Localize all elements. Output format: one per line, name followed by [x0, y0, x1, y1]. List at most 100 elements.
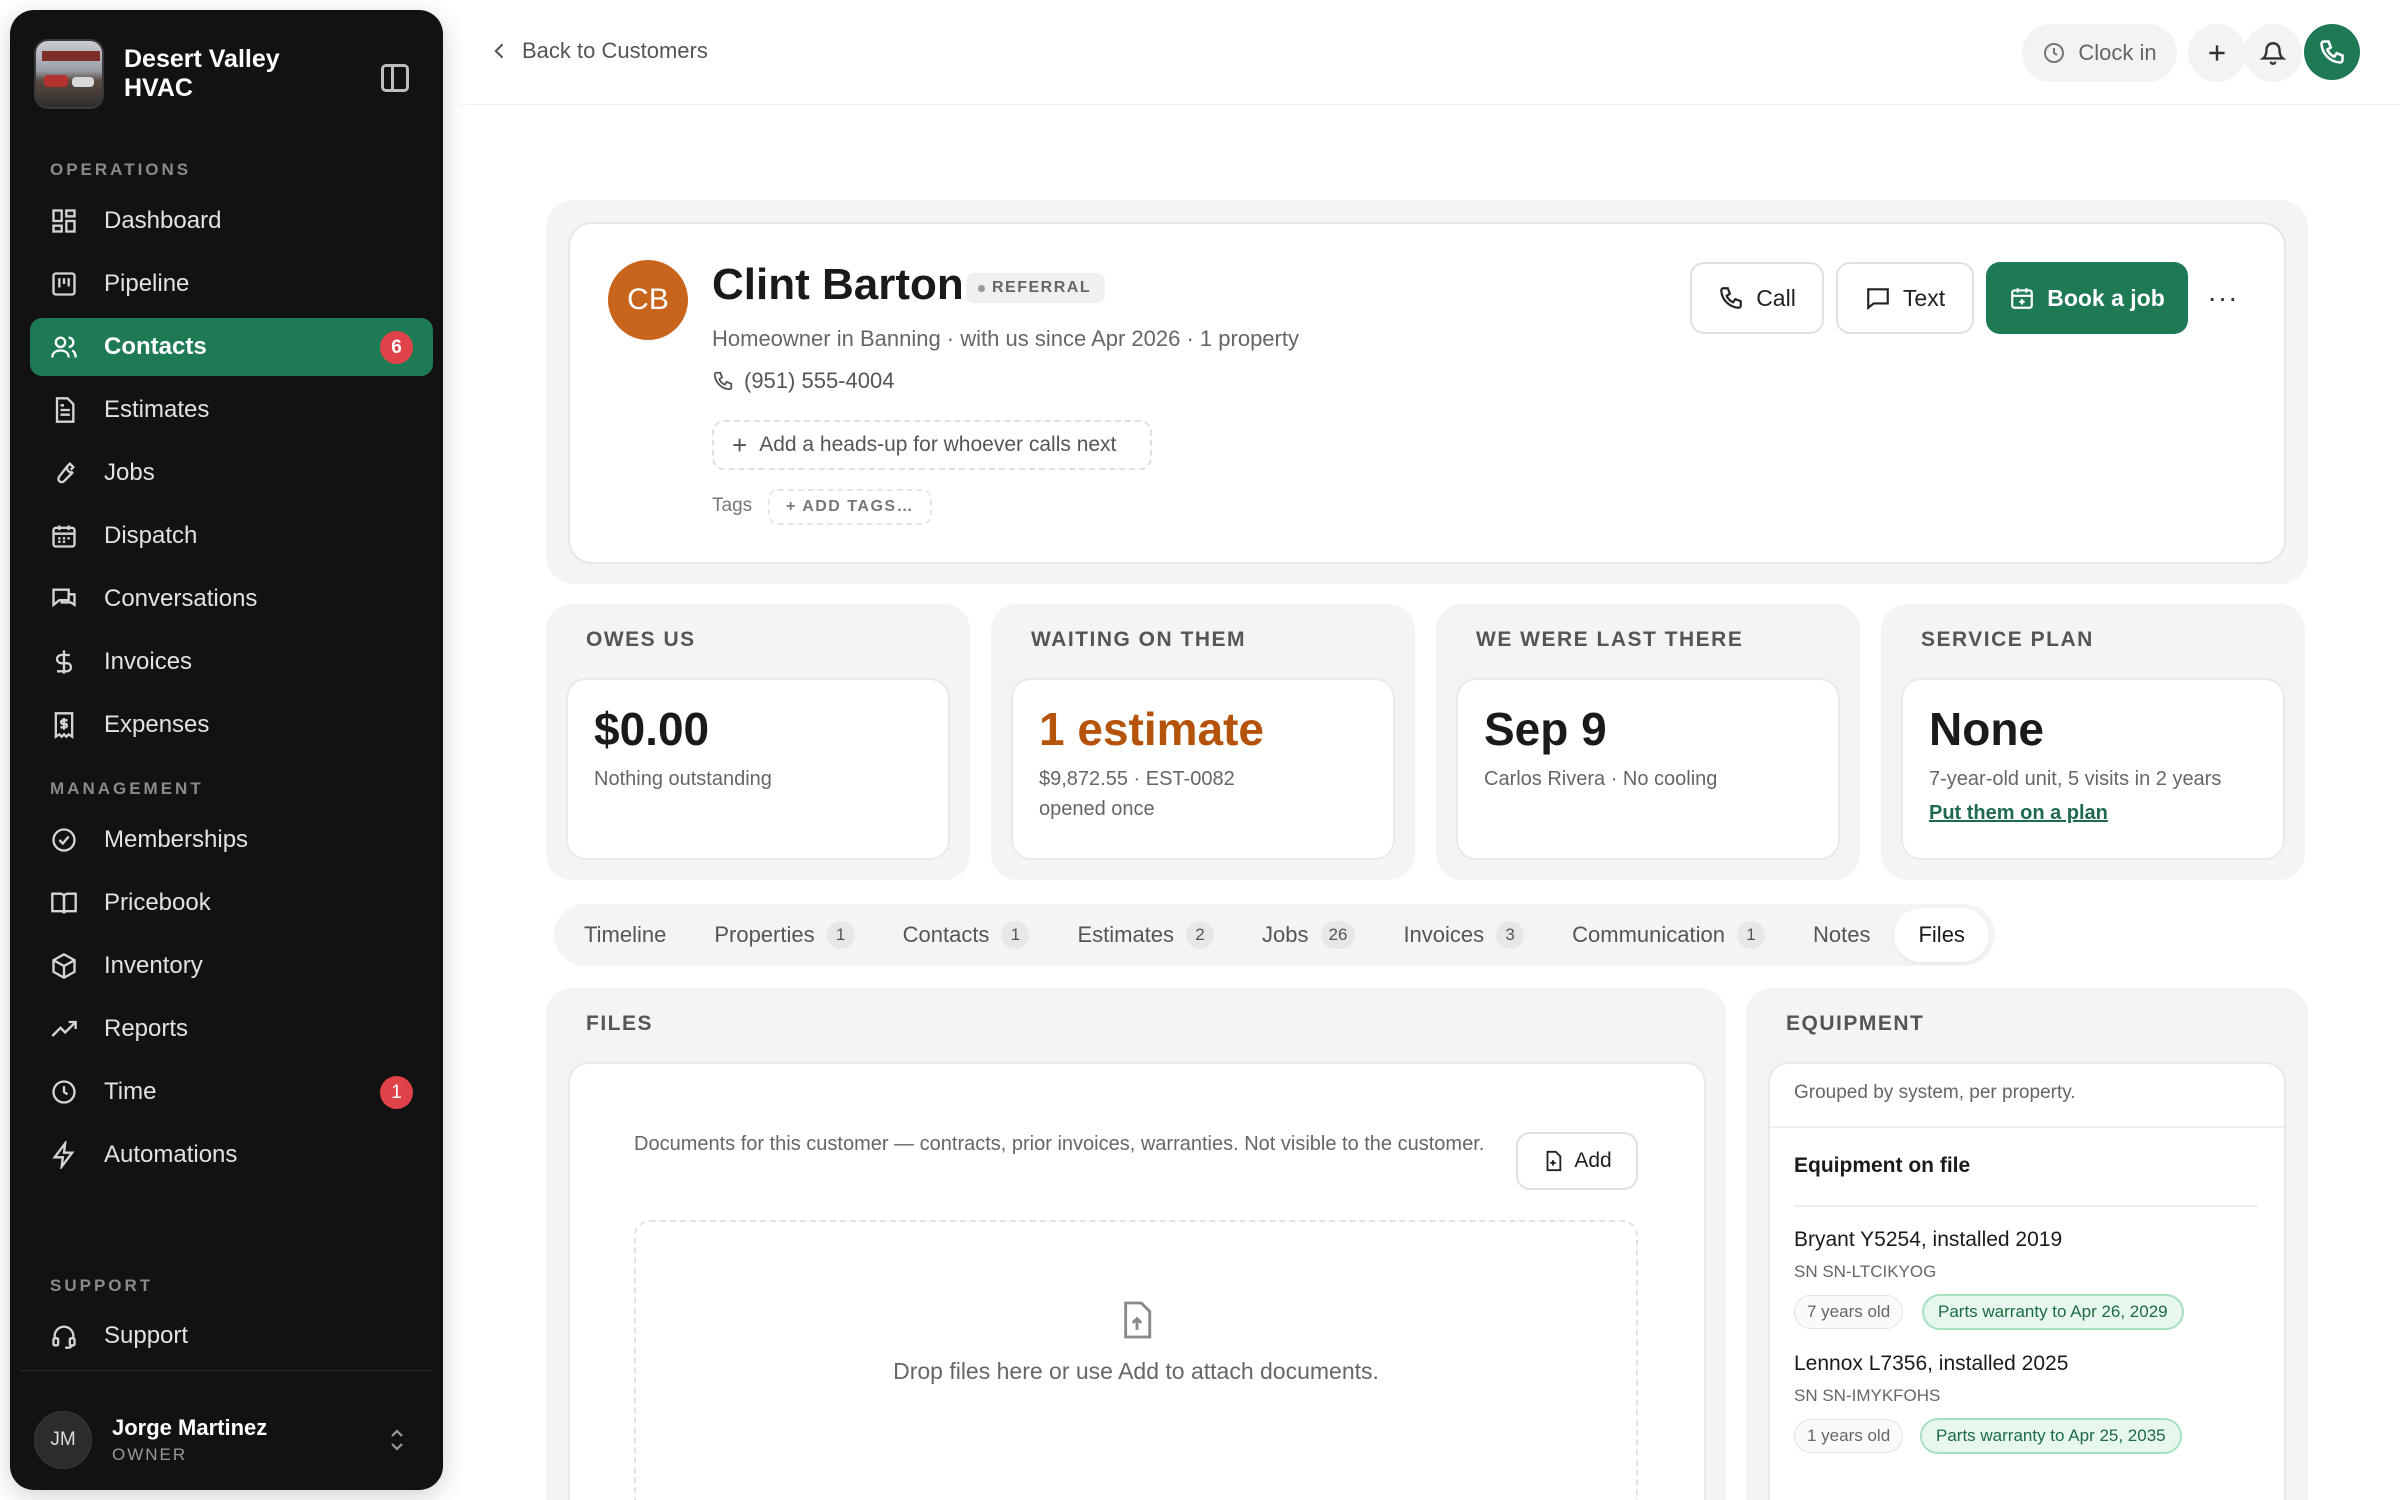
phone-icon — [2320, 40, 2344, 64]
time-count-badge: 1 — [380, 1076, 413, 1109]
add-button[interactable] — [2188, 24, 2246, 82]
estimates-icon — [50, 396, 78, 424]
customer-phone[interactable]: (951) 555-4004 — [712, 368, 894, 394]
sidebar-divider — [20, 1370, 433, 1371]
tab-contacts[interactable]: Contacts 1 — [879, 908, 1054, 962]
files-title: FILES — [586, 1012, 654, 1035]
trend-icon — [50, 1015, 78, 1043]
brand[interactable]: Desert Valley HVAC — [34, 34, 419, 114]
tab-files[interactable]: Files — [1894, 908, 1989, 962]
book-job-label: Book a job — [2047, 284, 2165, 311]
box-icon — [50, 952, 78, 980]
stat-note: Carlos Rivera · No cooling — [1484, 768, 1718, 790]
headsup-note-button[interactable]: + Add a heads-up for whoever calls next — [712, 420, 1152, 470]
more-options-button[interactable]: ··· — [2205, 280, 2241, 316]
equipment-item-name[interactable]: Lennox L7356, installed 2025 — [1794, 1352, 2068, 1376]
sidebar-item-label: Inventory — [104, 952, 203, 979]
sidebar-item-automations[interactable]: Automations — [30, 1126, 433, 1184]
phone-icon — [713, 371, 733, 391]
equipment-age-chip: 7 years old — [1794, 1295, 1904, 1329]
clock-icon — [50, 1078, 78, 1106]
customer-avatar: CB — [608, 260, 688, 340]
add-tags-button[interactable]: + ADD TAGS… — [768, 489, 933, 525]
sidebar-item-dashboard[interactable]: Dashboard — [30, 192, 433, 250]
phone-number: (951) 555-4004 — [744, 368, 895, 393]
stat-card-service-plan: SERVICE PLAN None 7-year-old unit, 5 vis… — [1881, 604, 2305, 880]
tab-estimates[interactable]: Estimates 2 — [1053, 908, 1238, 962]
equipment-age-chip: 1 years old — [1794, 1419, 1904, 1453]
sidebar-item-conversations[interactable]: Conversations — [30, 570, 433, 628]
sidebar-item-reports[interactable]: Reports — [30, 1000, 433, 1058]
call-button[interactable]: Call — [1690, 262, 1824, 334]
tab-notes[interactable]: Notes — [1789, 908, 1894, 962]
tab-properties[interactable]: Properties 1 — [690, 908, 878, 962]
tags-label: Tags — [712, 495, 753, 516]
dropzone-text: Drop files here or use Add to attach doc… — [893, 1358, 1379, 1384]
customer-subtitle: Homeowner in Banning · with us since Apr… — [712, 326, 1299, 351]
sidebar-item-label: Pipeline — [104, 270, 190, 297]
wrench-icon — [50, 459, 78, 487]
clock-in-button[interactable]: Clock in — [2022, 24, 2177, 82]
tab-timeline[interactable]: Timeline — [560, 908, 690, 962]
sidebar-item-pipeline[interactable]: Pipeline — [30, 255, 433, 313]
sidebar-item-time[interactable]: Time 1 — [30, 1063, 433, 1121]
tab-jobs[interactable]: Jobs 26 — [1238, 908, 1379, 962]
back-link-label: Back to Customers — [522, 38, 708, 63]
equipment-section-title: Equipment on file — [1794, 1154, 1971, 1177]
text-button[interactable]: Text — [1836, 262, 1974, 334]
sidebar-item-pricebook[interactable]: Pricebook — [30, 874, 433, 932]
stat-card-waiting-on-them[interactable]: WAITING ON THEM 1 estimate $9,872.55 · E… — [991, 604, 1415, 880]
put-on-plan-link[interactable]: Put them on a plan — [1929, 802, 2108, 825]
section-label-management: MANAGEMENT — [50, 779, 204, 798]
sidebar-item-estimates[interactable]: Estimates — [30, 381, 433, 439]
sidebar-item-support[interactable]: Support — [30, 1307, 433, 1365]
add-file-button[interactable]: Add — [1516, 1132, 1638, 1190]
section-label-operations: OPERATIONS — [50, 160, 192, 179]
topbar-divider — [460, 104, 2400, 105]
tab-count: 2 — [1186, 921, 1215, 949]
sidebar-item-jobs[interactable]: Jobs — [30, 444, 433, 502]
equipment-title: EQUIPMENT — [1786, 1012, 1925, 1035]
sidebar-item-label: Automations — [104, 1141, 238, 1168]
stat-value: $0.00 — [594, 703, 710, 755]
notifications-button[interactable] — [2244, 24, 2302, 82]
equipment-item-name[interactable]: Bryant Y5254, installed 2019 — [1794, 1228, 2062, 1252]
warranty-chip: Parts warranty to Apr 25, 2035 — [1920, 1418, 2182, 1454]
warranty-chip: Parts warranty to Apr 26, 2029 — [1922, 1294, 2184, 1330]
estimate-amount: $9,872.55 · EST-0082 — [1039, 768, 1235, 790]
sidebar-item-invoices[interactable]: Invoices — [30, 633, 433, 691]
user-name: Jorge Martinez — [112, 1415, 268, 1440]
sidebar-toggle-icon[interactable] — [381, 64, 409, 92]
user-role: OWNER — [112, 1445, 188, 1464]
divider — [1794, 1205, 2258, 1207]
sidebar: Desert Valley HVAC OPERATIONS Dashboard … — [10, 10, 443, 1490]
add-file-label: Add — [1574, 1149, 1612, 1172]
clock-icon — [2044, 43, 2065, 63]
sidebar-item-contacts[interactable]: Contacts 6 — [30, 318, 433, 376]
customer-tabs: Timeline Properties 1 Contacts 1 Estimates… — [554, 904, 1995, 966]
sidebar-item-expenses[interactable]: Expenses — [30, 696, 433, 754]
tab-invoices[interactable]: Invoices 3 — [1379, 908, 1548, 962]
sidebar-item-label: Memberships — [104, 826, 249, 853]
phone-dialer-button[interactable] — [2304, 24, 2360, 80]
sidebar-item-dispatch[interactable]: Dispatch — [30, 507, 433, 565]
sidebar-item-inventory[interactable]: Inventory — [30, 937, 433, 995]
book-job-button[interactable]: Book a job — [1986, 262, 2188, 334]
tab-communication[interactable]: Communication 1 — [1548, 908, 1789, 962]
brand-name: Desert Valley HVAC — [124, 45, 280, 102]
book-icon — [50, 889, 78, 917]
tab-count: 1 — [1001, 921, 1030, 949]
equipment-item-serial: SN SN-IMYKFOHS — [1794, 1386, 1941, 1405]
back-to-customers-link[interactable]: Back to Customers — [490, 38, 708, 64]
plus-icon — [2209, 45, 2225, 61]
stat-value: 1 estimate — [1039, 703, 1265, 755]
stat-note: 7-year-old unit, 5 visits in 2 years — [1929, 768, 2222, 790]
sidebar-item-label: Expenses — [104, 711, 210, 738]
referral-badge: REFERRAL — [966, 273, 1106, 303]
estimate-opened: opened once — [1039, 798, 1155, 820]
dollar-icon — [50, 648, 78, 676]
sidebar-item-label: Time — [104, 1078, 157, 1105]
sidebar-item-memberships[interactable]: Memberships — [30, 811, 433, 869]
user-menu[interactable]: JM Jorge Martinez OWNER — [34, 1405, 419, 1475]
stat-value: Sep 9 — [1484, 703, 1607, 755]
